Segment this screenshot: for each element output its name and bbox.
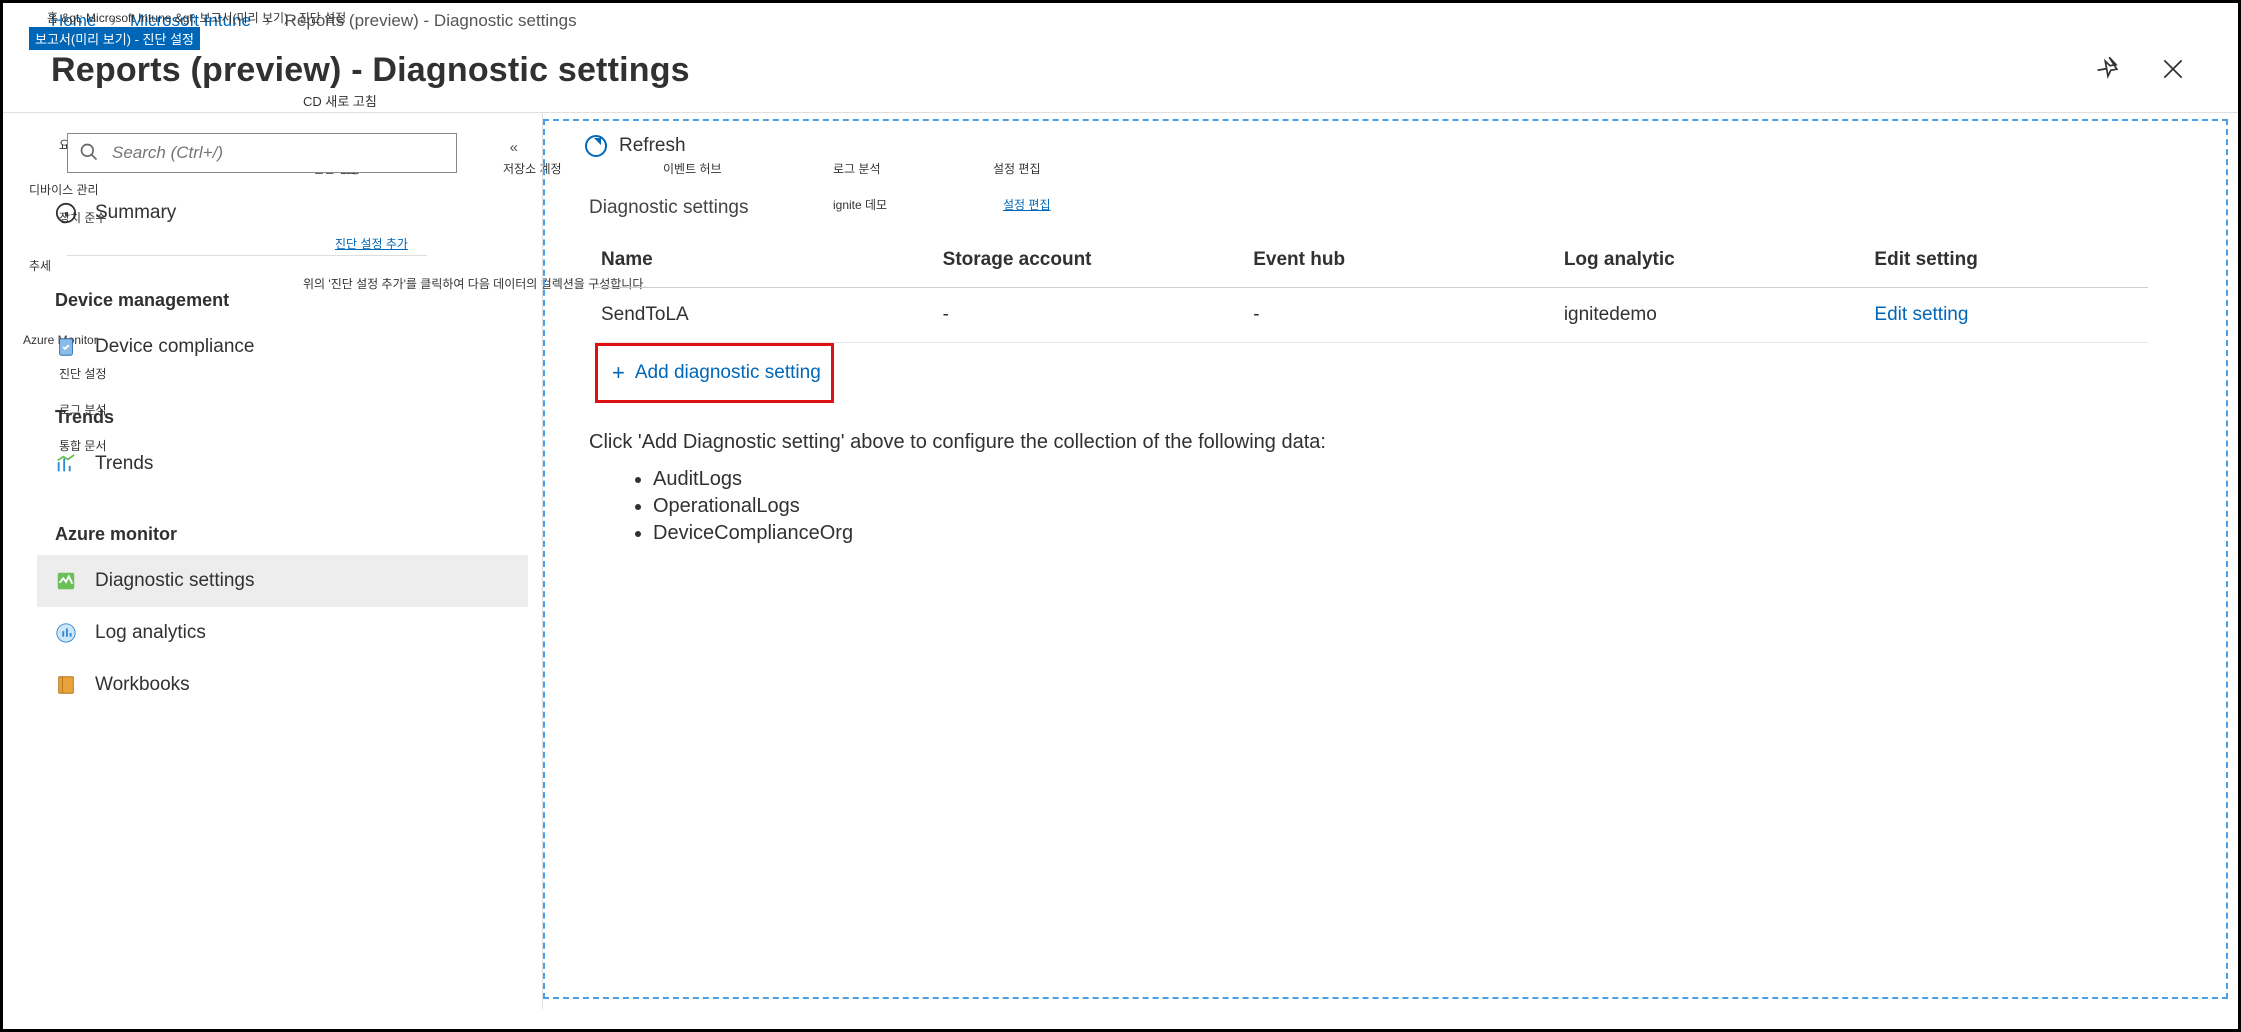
col-name: Name	[595, 237, 937, 288]
title-row: Reports (preview) - Diagnostic settings	[3, 31, 2238, 113]
plus-icon: +	[612, 362, 625, 384]
page-title: Reports (preview) - Diagnostic settings	[51, 51, 690, 90]
toolbar: Refresh	[585, 135, 2186, 157]
sidebar-section-trends: Trends	[55, 407, 528, 428]
col-edit: Edit setting	[1868, 237, 2148, 288]
sidebar-item-label: Workbooks	[95, 674, 190, 696]
diagnostic-settings-icon	[55, 570, 77, 592]
sidebar-section-azure-monitor: Azure monitor	[55, 524, 528, 545]
divider	[67, 255, 427, 256]
breadcrumb-current: Reports (preview) - Diagnostic settings	[285, 11, 577, 31]
sidebar-item-trends[interactable]: Trends	[37, 438, 528, 490]
device-compliance-icon	[55, 336, 77, 358]
log-analytics-icon	[55, 622, 77, 644]
sidebar-item-label: Device compliance	[95, 336, 254, 358]
col-eventhub: Event hub	[1247, 237, 1558, 288]
trends-icon	[55, 453, 77, 475]
edit-setting-link[interactable]: Edit setting	[1874, 304, 1968, 325]
help-text: Click 'Add Diagnostic setting' above to …	[589, 431, 2186, 454]
refresh-icon[interactable]	[585, 135, 607, 157]
add-diagnostic-setting-label: Add diagnostic setting	[635, 362, 821, 384]
sidebar-item-diagnostic-settings[interactable]: Diagnostic settings	[37, 555, 528, 607]
workbooks-icon	[55, 674, 77, 696]
search-input[interactable]	[67, 133, 457, 173]
refresh-button[interactable]: Refresh	[619, 135, 686, 157]
overlay-highlight[interactable]: 보고서(미리 보기) - 진단 설정	[29, 27, 200, 50]
sidebar-item-label: Summary	[95, 202, 176, 224]
data-collection-list: AuditLogs OperationalLogs DeviceComplian…	[653, 468, 2186, 545]
chevron-right-icon	[265, 11, 271, 31]
sidebar: « Summary Device management Device compl…	[3, 113, 543, 1009]
list-item: DeviceComplianceOrg	[653, 522, 2186, 545]
cell-name: SendToLA	[595, 288, 937, 343]
breadcrumb: Home Microsoft Intune Reports (preview) …	[3, 3, 2238, 31]
cell-eventhub: -	[1247, 288, 1558, 343]
diagnostic-settings-table: Name Storage account Event hub Log analy…	[595, 237, 2148, 343]
close-icon[interactable]	[2160, 56, 2186, 85]
col-storage: Storage account	[937, 237, 1248, 288]
col-loganalytic: Log analytic	[1558, 237, 1869, 288]
cell-loganalytic: ignitedemo	[1558, 288, 1869, 343]
list-item: OperationalLogs	[653, 495, 2186, 518]
sidebar-item-workbooks[interactable]: Workbooks	[37, 659, 528, 711]
sidebar-item-label: Diagnostic settings	[95, 570, 254, 592]
sidebar-section-device-management: Device management	[55, 290, 528, 311]
add-diagnostic-setting-button[interactable]: + Add diagnostic setting	[598, 346, 831, 400]
search-icon	[79, 142, 99, 162]
sidebar-item-summary[interactable]: Summary	[37, 187, 528, 239]
list-item: AuditLogs	[653, 468, 2186, 491]
info-icon	[55, 202, 77, 224]
sidebar-item-log-analytics[interactable]: Log analytics	[37, 607, 528, 659]
main-content: Refresh Diagnostic settings Name Storage…	[543, 119, 2228, 999]
table-row: SendToLA - - ignitedemo Edit setting	[595, 288, 2148, 343]
sidebar-item-device-compliance[interactable]: Device compliance	[37, 321, 528, 373]
sidebar-item-label: Log analytics	[95, 622, 206, 644]
pin-icon[interactable]	[2096, 56, 2122, 85]
sidebar-item-label: Trends	[95, 453, 153, 475]
diagnostic-settings-heading: Diagnostic settings	[589, 197, 2186, 219]
cell-storage: -	[937, 288, 1248, 343]
